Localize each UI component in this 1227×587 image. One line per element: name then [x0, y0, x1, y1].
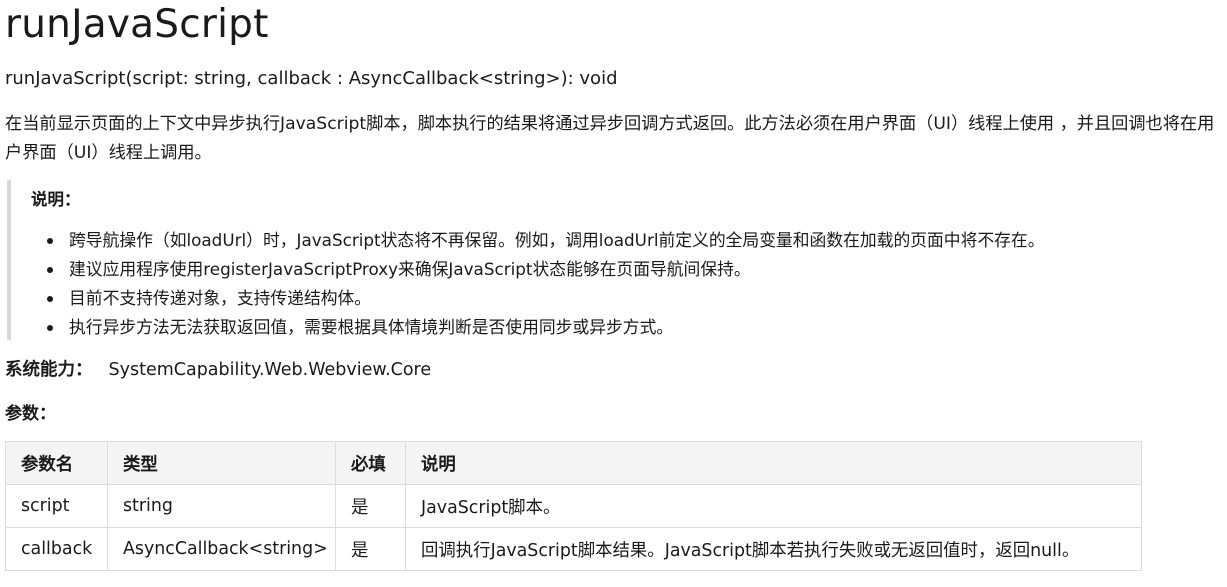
bullet-icon — [47, 238, 53, 244]
cell-param-name: script — [5, 484, 108, 528]
header-description: 说明 — [405, 441, 1142, 485]
note-list: 跨导航操作（如loadUrl）时，JavaScript状态将不再保留。例如，调用… — [31, 226, 1044, 342]
note-item: 建议应用程序使用registerJavaScriptProxy来确保JavaSc… — [31, 255, 1044, 284]
system-capability: 系统能力： SystemCapability.Web.Webview.Core — [5, 356, 431, 381]
note-block: 说明： 跨导航操作（如loadUrl）时，JavaScript状态将不再保留。例… — [7, 180, 1207, 340]
note-item-text: 跨导航操作（如loadUrl）时，JavaScript状态将不再保留。例如，调用… — [69, 230, 1045, 250]
table-header-row: 参数名 类型 必填 说明 — [5, 441, 1142, 485]
header-type: 类型 — [107, 441, 336, 485]
cell-required: 是 — [335, 484, 406, 528]
header-required: 必填 — [335, 441, 406, 485]
syscap-label: 系统能力： — [5, 360, 93, 380]
params-table: 参数名 类型 必填 说明 script string 是 JavaScript脚… — [5, 441, 1142, 571]
page-title: runJavaScript — [5, 2, 269, 47]
bullet-icon — [47, 325, 53, 331]
note-item: 执行异步方法无法获取返回值，需要根据具体情境判断是否使用同步或异步方式。 — [31, 313, 1044, 342]
note-item-text: 建议应用程序使用registerJavaScriptProxy来确保JavaSc… — [69, 259, 751, 279]
method-signature: runJavaScript(script: string, callback :… — [5, 68, 618, 89]
cell-type: string — [107, 484, 336, 528]
table-row: script string 是 JavaScript脚本。 — [5, 484, 1142, 528]
cell-description: 回调执行JavaScript脚本结果。JavaScript脚本若执行失败或无返回… — [405, 527, 1142, 571]
note-item-text: 目前不支持传递对象，支持传递结构体。 — [69, 288, 372, 308]
table-row: callback AsyncCallback<string> 是 回调执行Jav… — [5, 527, 1142, 571]
bullet-icon — [47, 267, 53, 273]
cell-type: AsyncCallback<string> — [107, 527, 336, 571]
params-heading: 参数： — [5, 404, 56, 424]
cell-param-name: callback — [5, 527, 108, 571]
cell-description: JavaScript脚本。 — [405, 484, 1142, 528]
cell-required: 是 — [335, 527, 406, 571]
note-item-text: 执行异步方法无法获取返回值，需要根据具体情境判断是否使用同步或异步方式。 — [69, 317, 674, 337]
bullet-icon — [47, 296, 53, 302]
method-description: 在当前显示页面的上下文中异步执行JavaScript脚本，脚本执行的结果将通过异… — [5, 114, 1215, 163]
syscap-value: SystemCapability.Web.Webview.Core — [108, 360, 432, 380]
note-title: 说明： — [31, 190, 81, 209]
note-item: 跨导航操作（如loadUrl）时，JavaScript状态将不再保留。例如，调用… — [31, 226, 1044, 255]
note-item: 目前不支持传递对象，支持传递结构体。 — [31, 284, 1044, 313]
header-param-name: 参数名 — [5, 441, 108, 485]
